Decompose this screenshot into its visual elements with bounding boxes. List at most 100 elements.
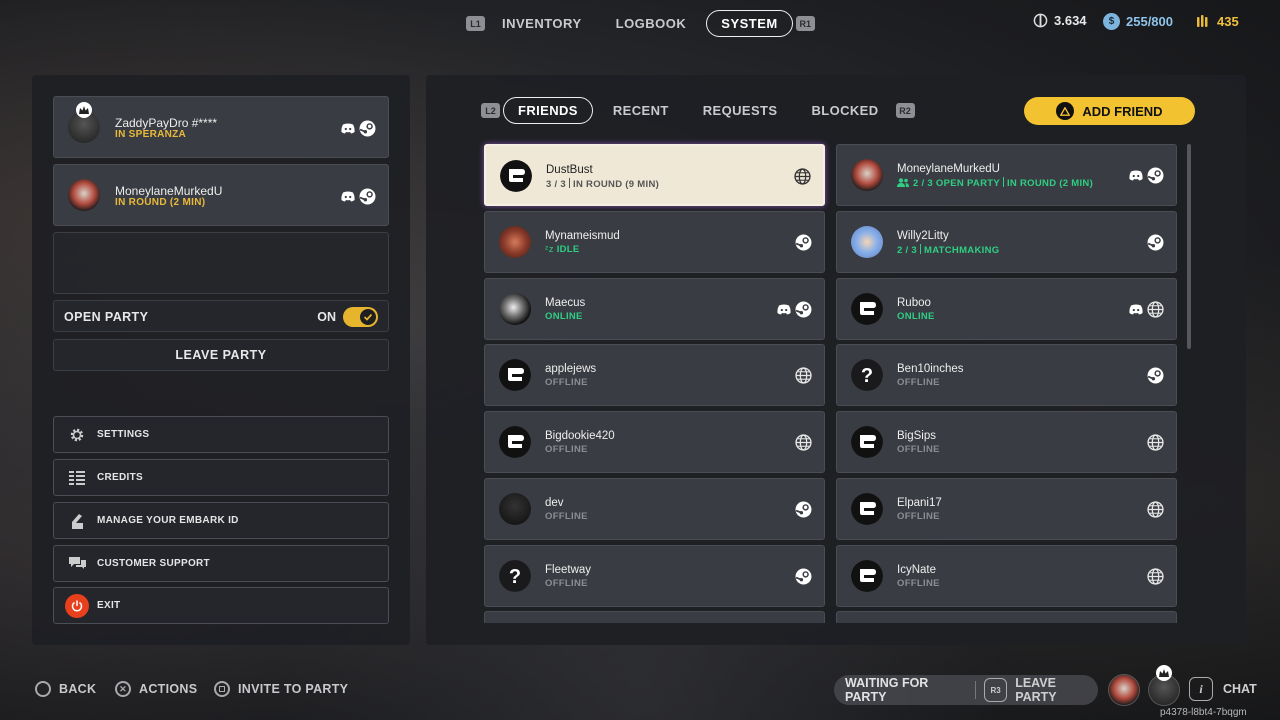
leave-party-hint[interactable]: LEAVE PARTY xyxy=(1015,676,1098,704)
currency-coins: 3.634 xyxy=(1033,13,1087,28)
friend-card[interactable]: ? Ben10inches OFFLINE xyxy=(836,344,1177,407)
friend-card[interactable]: MoneylaneMurkedU 2 / 3 OPEN PARTY IN ROUND… xyxy=(836,144,1177,206)
friend-card[interactable]: BigSips OFFLINE xyxy=(836,411,1177,474)
settings-button[interactable]: SETTINGS xyxy=(53,416,389,453)
presence-status: OFFLINE xyxy=(545,511,588,522)
friend-name: DustBust xyxy=(546,164,593,176)
avatar xyxy=(500,160,532,192)
add-friend-button[interactable]: ADD FRIEND xyxy=(1024,97,1195,125)
tab-inventory[interactable]: INVENTORY xyxy=(488,11,596,36)
manage-embark-id-button[interactable]: MANAGE YOUR EMBARK ID xyxy=(53,502,389,539)
friend-card[interactable]: Willy2Litty 2 / 3 MATCHMAKING xyxy=(836,210,1177,273)
party-size: 2 / 3 OPEN PARTY xyxy=(913,178,1000,189)
discord-icon xyxy=(777,304,791,315)
party-status-bar: WAITING FOR PARTY R3 LEAVE PARTY xyxy=(834,675,1098,705)
party-size: 2 / 3 xyxy=(897,244,917,256)
presence-status: IDLE xyxy=(556,243,580,255)
discord-icon xyxy=(1129,304,1143,315)
chat-label: CHAT xyxy=(1223,682,1257,696)
party-member-card[interactable]: MoneylaneMurkedU IN ROUND (2 MIN) xyxy=(53,164,389,226)
friend-name: Ruboo xyxy=(897,296,931,309)
avatar xyxy=(851,559,883,592)
friend-status: OFFLINE xyxy=(897,511,940,522)
open-party-state: ON xyxy=(317,310,336,324)
status-divider xyxy=(569,178,570,188)
friend-card[interactable]: Bigdookie420 OFFLINE xyxy=(484,411,825,474)
party-member-card[interactable]: ZaddyPayDro #**** IN SPERANZA xyxy=(53,96,389,158)
exit-button[interactable]: EXIT xyxy=(53,587,389,624)
top-nav: L1 INVENTORY LOGBOOK SYSTEM R1 xyxy=(466,10,815,37)
invite-label: INVITE TO PARTY xyxy=(238,682,349,696)
globe-icon xyxy=(1147,434,1164,451)
friend-card-partial[interactable] xyxy=(484,611,825,623)
avatar xyxy=(851,159,883,191)
platform-icons xyxy=(1147,367,1164,384)
friend-card[interactable]: dev OFFLINE xyxy=(484,478,825,540)
globe-icon xyxy=(1147,300,1164,318)
globe-icon xyxy=(1147,501,1164,518)
actions-label: ACTIONS xyxy=(139,682,198,696)
friend-card[interactable]: Maecus ONLINE xyxy=(484,277,825,340)
friend-card[interactable]: ? Fleetway OFFLINE xyxy=(484,544,825,607)
cross-button-icon: ✕ xyxy=(115,681,131,697)
discord-icon xyxy=(341,123,355,134)
friend-status: ONLINE xyxy=(545,311,583,322)
tab-blocked[interactable]: BLOCKED xyxy=(797,98,892,123)
friend-list-scrollbar[interactable] xyxy=(1187,144,1191,349)
friend-name: Willy2Litty xyxy=(897,229,949,242)
friend-card[interactable]: Mynameismud ᶻz IDLE xyxy=(484,210,825,273)
crown-icon xyxy=(1156,665,1172,681)
steam-icon xyxy=(795,568,812,585)
tab-friends[interactable]: FRIENDS xyxy=(503,97,593,124)
friend-card[interactable]: Ruboo ONLINE xyxy=(836,277,1177,340)
avatar xyxy=(851,292,883,325)
square-button-icon xyxy=(214,681,230,697)
open-party-toggle[interactable] xyxy=(343,307,378,327)
customer-support-button[interactable]: CUSTOMER SUPPORT xyxy=(53,545,389,582)
credits-button[interactable]: CREDITS xyxy=(53,459,389,496)
avatar xyxy=(851,225,883,258)
party-avatar[interactable] xyxy=(1108,674,1140,706)
member-status: IN ROUND (2 MIN) xyxy=(115,197,206,208)
avatar xyxy=(499,426,531,459)
l1-key-hint: L1 xyxy=(466,16,485,31)
currency-credits: $ 255/800 xyxy=(1103,13,1173,30)
friend-card-partial[interactable] xyxy=(836,611,1177,623)
back-label: BACK xyxy=(59,682,97,696)
avatar xyxy=(499,493,531,525)
empty-party-slot[interactable] xyxy=(53,232,389,294)
friend-card[interactable]: IcyNate OFFLINE xyxy=(836,544,1177,607)
r2-key-hint: R2 xyxy=(895,103,915,118)
leave-party-button[interactable]: LEAVE PARTY xyxy=(53,339,389,371)
tab-requests[interactable]: REQUESTS xyxy=(689,98,792,123)
steam-icon xyxy=(359,120,376,137)
friend-card[interactable]: Elpani17 OFFLINE xyxy=(836,478,1177,540)
platform-icons xyxy=(1129,300,1164,318)
chat-hint[interactable]: i CHAT xyxy=(1189,677,1257,701)
friend-status: 2 / 3 OPEN PARTY IN ROUND (2 MIN) xyxy=(897,177,1093,189)
presence-status: ONLINE xyxy=(897,310,935,322)
avatar xyxy=(68,179,100,211)
idle-icon: ᶻz xyxy=(545,243,557,255)
platform-icons xyxy=(795,501,812,518)
platform-icons xyxy=(795,234,812,251)
open-party-row[interactable]: OPEN PARTY ON xyxy=(53,300,389,332)
tab-recent[interactable]: RECENT xyxy=(599,98,683,123)
triangle-icon xyxy=(1056,102,1075,120)
tickets-icon xyxy=(1195,13,1211,29)
add-friend-label: ADD FRIEND xyxy=(1082,103,1163,119)
coins-value: 3.634 xyxy=(1054,13,1087,28)
steam-icon xyxy=(359,188,376,205)
invite-hint[interactable]: INVITE TO PARTY xyxy=(214,681,348,697)
tab-logbook[interactable]: LOGBOOK xyxy=(602,11,701,36)
actions-hint[interactable]: ✕ ACTIONS xyxy=(115,681,197,697)
back-hint[interactable]: BACK xyxy=(35,681,96,697)
circle-button-icon xyxy=(35,681,51,697)
platform-icons xyxy=(794,168,811,185)
friend-card[interactable]: applejews OFFLINE xyxy=(484,344,825,407)
credits-icon: $ xyxy=(1103,13,1120,30)
friend-card[interactable]: DustBust 3 / 3 IN ROUND (9 MIN) xyxy=(484,144,825,206)
menu-label: MANAGE YOUR EMBARK ID xyxy=(97,515,239,526)
credits-value: 255/800 xyxy=(1126,14,1173,29)
tab-system[interactable]: SYSTEM xyxy=(706,10,793,37)
